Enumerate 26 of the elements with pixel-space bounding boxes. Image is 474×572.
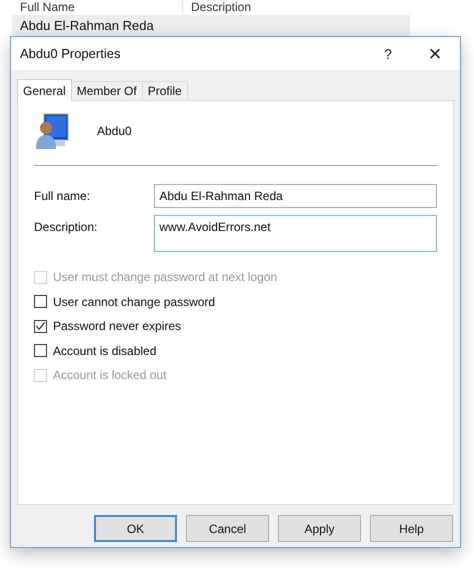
dialog-button[interactable]: Cancel — [186, 515, 269, 542]
checkbox[interactable] — [34, 295, 47, 308]
column-header[interactable]: Description — [183, 0, 252, 14]
user-name: Abdu0 — [97, 124, 132, 138]
checkbox-label: Account is locked out — [53, 368, 166, 382]
checkbox-label: Password never expires — [53, 319, 182, 334]
window-title: Abdu0 Properties — [19, 46, 122, 61]
tab[interactable]: General — [17, 79, 72, 101]
column-header[interactable]: Full Name — [12, 0, 183, 14]
list-row[interactable]: Abdu El-Rahman Reda — [12, 15, 410, 36]
checkbox[interactable] — [34, 320, 47, 333]
user-computer-icon — [35, 113, 71, 149]
field-label: Description: — [34, 219, 98, 236]
dialog-button[interactable]: OK — [94, 515, 177, 542]
close-button[interactable]: × — [410, 40, 460, 68]
help-button[interactable]: ? — [366, 40, 410, 68]
full-name-field[interactable]: Abdu El-Rahman Reda — [154, 184, 437, 208]
checkbox-label: User must change password at next logon — [53, 270, 278, 284]
checkbox[interactable] — [34, 344, 47, 358]
field-label: Full name: — [34, 188, 92, 205]
checkbox-label: Account is disabled — [53, 344, 156, 358]
checkbox-label: User cannot change password — [53, 294, 216, 309]
tab[interactable]: Profile — [142, 81, 188, 100]
dialog-button[interactable]: Apply — [278, 515, 361, 542]
description-field[interactable]: www.AvoidErrors.net — [154, 215, 437, 252]
dialog-button[interactable]: Help — [370, 515, 453, 542]
